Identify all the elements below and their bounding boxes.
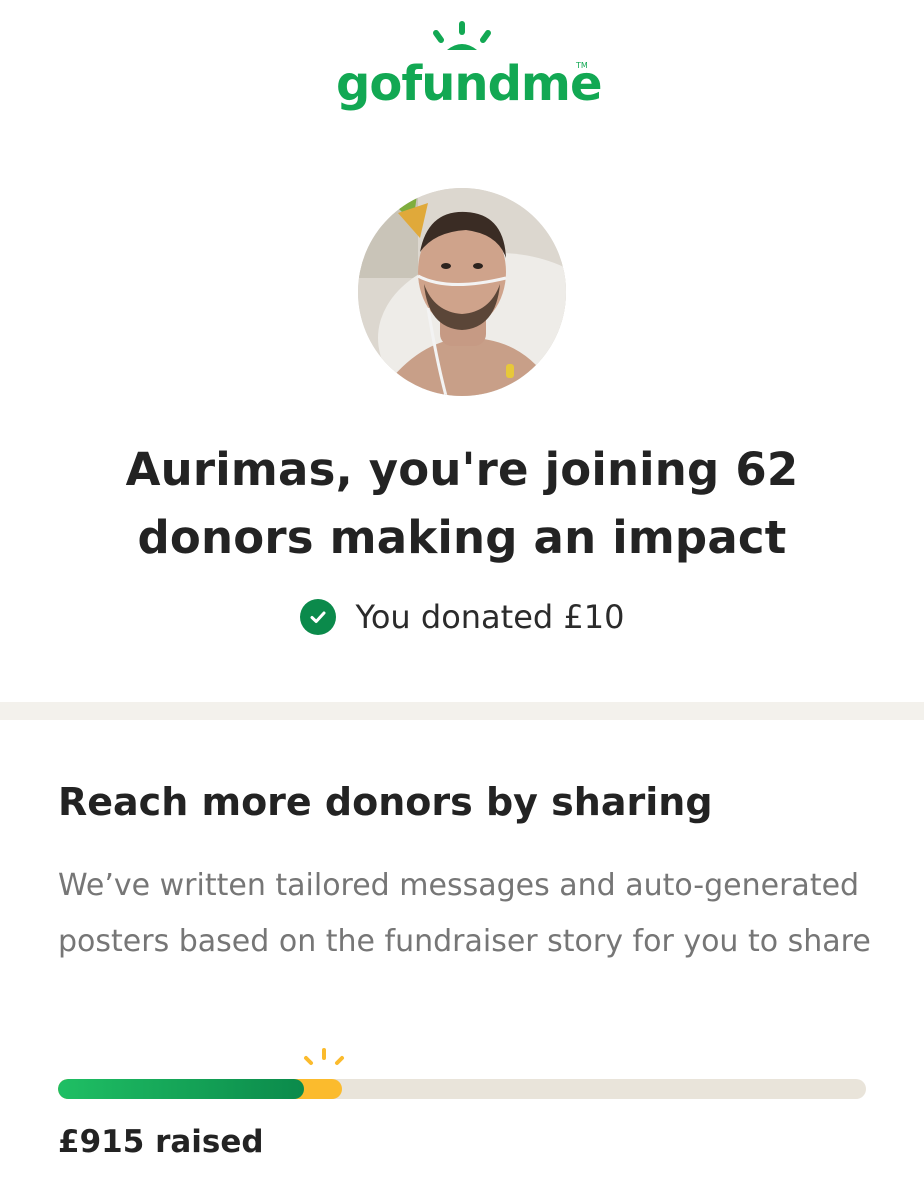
fundraiser-avatar	[358, 188, 566, 396]
raised-progress-segment	[58, 1079, 305, 1099]
check-icon	[299, 599, 336, 635]
section-divider	[0, 702, 924, 720]
sparkle-icon	[296, 1046, 352, 1078]
donation-status: You donated £10	[0, 592, 924, 642]
amount-raised: £915 raised	[58, 1124, 264, 1160]
impact-headline: Aurimas, you're joining 62 donors making…	[125, 443, 799, 564]
share-section-title: Reach more donors by sharing	[58, 780, 713, 824]
share-section-description: We’ve written tailored messages and auto…	[58, 868, 871, 959]
logo-graphic: gofundme TM	[336, 21, 603, 112]
avatar-image	[358, 188, 566, 396]
trademark-mark: TM	[575, 61, 588, 70]
donation-status-text: You donated £10	[355, 598, 625, 636]
gofundme-logo: gofundme TM	[0, 18, 924, 118]
logo-wordmark: gofundme	[336, 56, 602, 112]
fundraising-progress-bar	[58, 1079, 866, 1099]
